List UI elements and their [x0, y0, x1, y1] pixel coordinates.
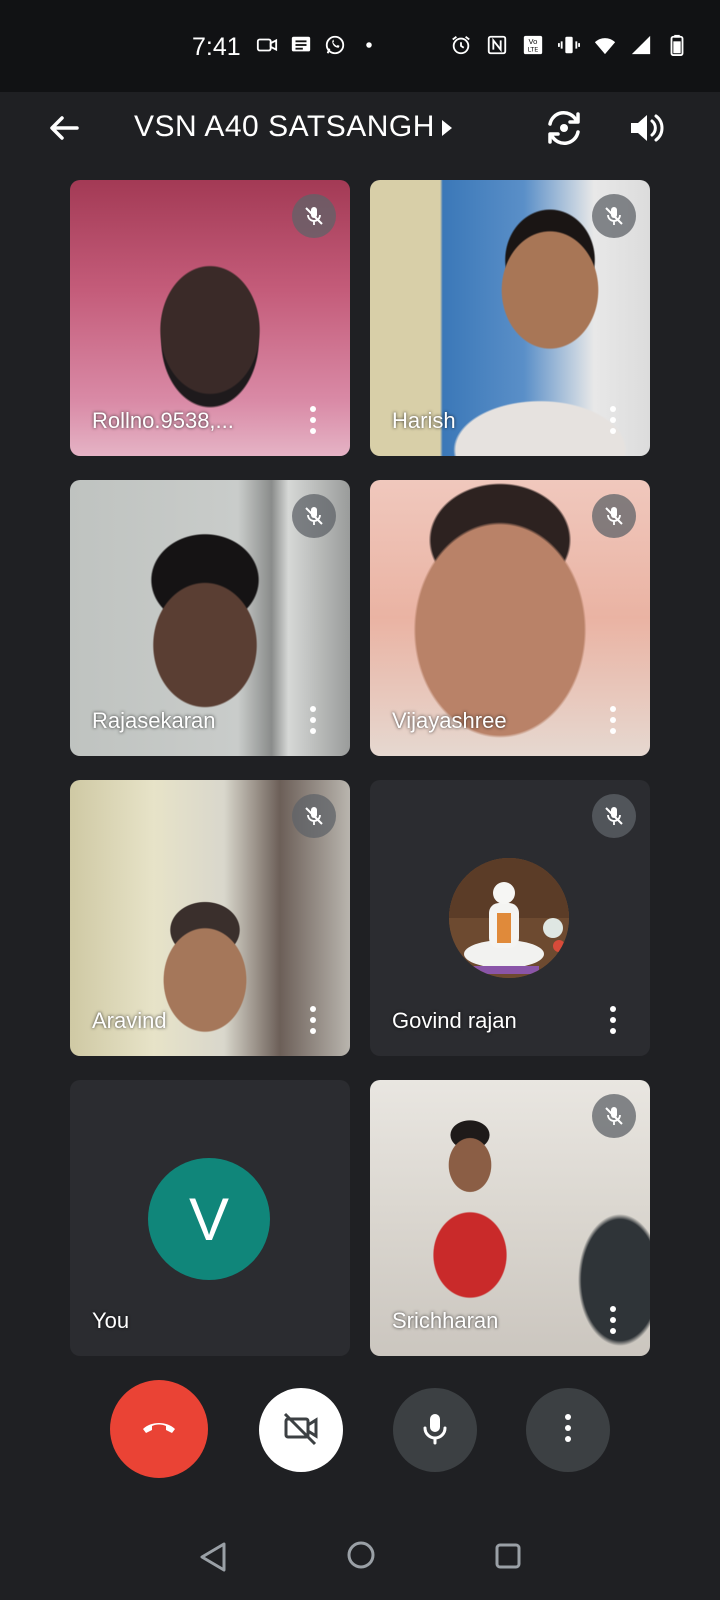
switch-camera-icon[interactable]	[542, 106, 586, 150]
status-right-icons: Vo LTE	[450, 34, 688, 56]
meeting-title[interactable]: VSN A40 SATSANGH	[134, 110, 435, 144]
video-off-icon	[281, 1408, 321, 1453]
participant-tile[interactable]: Govind rajan	[370, 780, 650, 1056]
toggle-video-button[interactable]	[259, 1388, 343, 1472]
status-time: 7:41	[192, 33, 241, 61]
participant-tile[interactable]: Srichharan	[370, 1080, 650, 1356]
alarm-icon	[450, 34, 472, 56]
svg-text:LTE: LTE	[528, 45, 539, 53]
end-call-button[interactable]	[110, 1380, 208, 1478]
nav-back-icon[interactable]	[198, 1540, 228, 1574]
participant-name: Rollno.9538,...	[92, 408, 234, 433]
participant-avatar	[449, 858, 569, 978]
participant-tile[interactable]: Vijayashree	[370, 480, 650, 756]
status-bar: 7:41 Vo LTE	[0, 0, 720, 92]
participant-name: Govind rajan	[392, 1008, 517, 1033]
whatsapp-icon	[324, 34, 346, 56]
volte-icon: Vo LTE	[522, 34, 544, 56]
call-controls	[0, 1380, 720, 1500]
participant-tile[interactable]: Rollno.9538,...	[70, 180, 350, 456]
participant-tile[interactable]: Aravind	[70, 780, 350, 1056]
self-tile[interactable]: V You	[70, 1080, 350, 1356]
participant-name: You	[92, 1308, 130, 1333]
mic-off-icon	[292, 794, 336, 838]
participant-tile[interactable]: Harish	[370, 180, 650, 456]
more-vert-icon[interactable]	[608, 404, 618, 436]
nav-home-icon[interactable]	[346, 1540, 376, 1570]
mic-off-icon	[292, 194, 336, 238]
mic-off-icon	[592, 194, 636, 238]
message-icon	[290, 34, 312, 56]
more-vert-icon	[563, 1412, 573, 1449]
more-options-button[interactable]	[526, 1388, 610, 1472]
more-vert-icon[interactable]	[308, 704, 318, 736]
mic-off-icon	[292, 494, 336, 538]
speaker-icon[interactable]	[626, 108, 666, 148]
avatar: V	[148, 1158, 270, 1280]
participant-tile[interactable]: Rajasekaran	[70, 480, 350, 756]
system-nav-bar	[0, 1520, 720, 1600]
mic-off-icon	[592, 494, 636, 538]
participant-name: Srichharan	[392, 1308, 499, 1333]
end-call-icon	[139, 1407, 179, 1452]
caret-right-icon[interactable]	[440, 116, 454, 140]
more-vert-icon[interactable]	[608, 1004, 618, 1036]
call-header: VSN A40 SATSANGH	[0, 92, 720, 184]
signal-icon	[630, 34, 652, 56]
more-vert-icon[interactable]	[608, 704, 618, 736]
arrow-back-icon[interactable]	[44, 108, 84, 148]
mic-off-icon	[592, 1094, 636, 1138]
battery-icon	[666, 34, 688, 56]
more-vert-icon[interactable]	[308, 1004, 318, 1036]
participant-name: Rajasekaran	[92, 708, 216, 733]
toggle-mic-button[interactable]	[393, 1388, 477, 1472]
vibrate-icon	[558, 34, 580, 56]
nfc-icon	[486, 34, 508, 56]
nav-recents-icon[interactable]	[494, 1542, 522, 1570]
mic-icon	[415, 1408, 455, 1453]
participant-name: Harish	[392, 408, 456, 433]
status-left-icons	[256, 34, 380, 56]
mic-off-icon	[592, 794, 636, 838]
participant-name: Vijayashree	[392, 708, 507, 733]
more-vert-icon[interactable]	[608, 1304, 618, 1336]
dot-icon	[358, 34, 380, 56]
more-vert-icon[interactable]	[308, 404, 318, 436]
wifi-icon	[594, 34, 616, 56]
video-call-icon	[256, 34, 278, 56]
participant-name: Aravind	[92, 1008, 167, 1033]
